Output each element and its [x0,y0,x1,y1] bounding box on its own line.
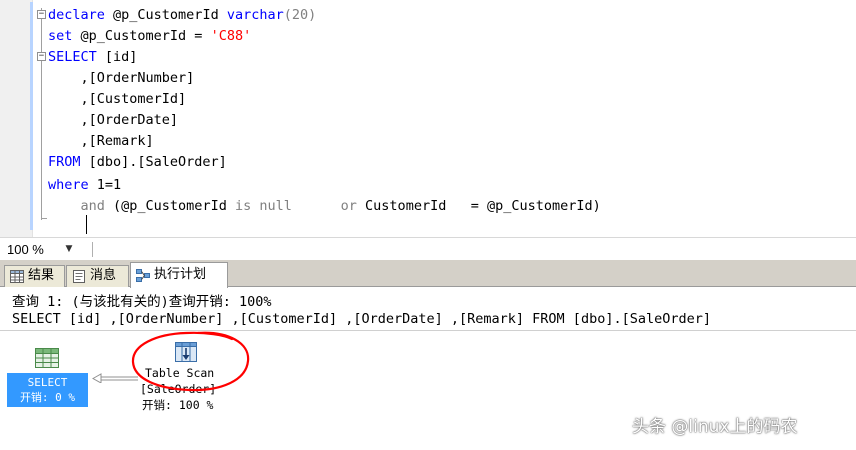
operator: null [259,198,292,214]
code-text: ,[Remark] [48,133,154,149]
result-tabs: 结果 消息 执行计划 [0,260,856,288]
keyword: FROM [48,154,81,170]
operator: and [80,198,105,214]
operator: or [340,198,357,214]
code-text: [id] [96,49,138,65]
message-icon [73,270,85,283]
keyword: declare [48,7,105,23]
code-line-10: and (@p_CustomerId is null or CustomerId… [48,196,601,217]
watermark: 头条 @linux上的码农 [632,417,798,437]
keyword: varchar [226,7,284,23]
code-text: ,[OrderDate] [48,112,179,128]
zoom-value: 100 % [7,242,44,257]
code-line-6: ,[OrderDate] [48,110,179,131]
tab-label: 执行计划 [154,267,207,282]
code-line-7: ,[Remark] [48,131,154,152]
tab-messages[interactable]: 消息 [66,265,129,287]
tab-label: 消息 [90,268,117,283]
table-scan-node[interactable]: Table Scan [SaleOrder] 开销: 100 % [140,365,240,413]
collapse-toggle-select[interactable]: − [37,52,46,61]
fold-end [41,218,47,219]
code-text: (20) [283,7,317,23]
code-text: ,[OrderNumber] [48,70,195,86]
query-cost-line: 查询 1: (与该批有关的)查询开销: 100% [12,294,272,310]
select-result-icon[interactable] [34,347,60,369]
operator: is [234,198,252,214]
divider [92,242,93,257]
code-line-4: ,[OrderNumber] [48,68,195,89]
sql-editor[interactable]: − − declare @p_CustomerId varchar(20) se… [0,0,856,237]
select-node[interactable]: SELECT 开销: 0 % [7,373,88,407]
code-text: @p_CustomerId [104,7,227,23]
code-text: 1=1 [88,177,122,193]
code-text: [dbo].[SaleOrder] [80,154,227,170]
code-text: ,[CustomerId] [48,91,187,107]
keyword: where [48,177,89,193]
zoom-bar: 100 % ▼ [0,237,856,260]
tab-execution-plan[interactable]: 执行计划 [130,262,228,288]
collapse-toggle-declare[interactable]: − [37,10,46,19]
query-sql-line: SELECT [id] ,[OrderNumber] ,[CustomerId]… [12,311,711,327]
text-caret [86,215,87,234]
node-cost: 开销: 0 % [19,391,76,404]
node-cost: 开销: 100 % [142,398,214,412]
fold-guide [41,8,46,220]
code-line-2: set @p_CustomerId = 'C88' [48,26,251,47]
node-name: Table Scan [145,366,215,380]
code-text: CustomerId = @p_CustomerId) [356,198,601,214]
data-flow-arrow [92,373,138,383]
keyword: SELECT [48,49,97,65]
change-marker [30,2,33,230]
editor-gutter [0,0,33,237]
string-literal: 'C88' [210,28,252,44]
chevron-down-icon[interactable]: ▼ [62,240,76,259]
tab-results[interactable]: 结果 [4,265,65,287]
keyword: set [48,28,73,44]
grid-icon [10,270,24,283]
node-name: SELECT [27,376,68,389]
node-table: [SaleOrder] [140,382,217,396]
execution-plan-icon [136,269,150,282]
code-line-3: SELECT [id] [48,47,137,68]
code-line-5: ,[CustomerId] [48,89,187,110]
code-line-8: FROM [dbo].[SaleOrder] [48,152,227,173]
plan-header: 查询 1: (与该批有关的)查询开销: 100% SELECT [id] ,[O… [0,287,856,331]
code-text: @p_CustomerId = [72,28,211,44]
code-text: (@p_CustomerId [104,198,235,214]
table-scan-icon[interactable] [174,341,198,363]
tab-label: 结果 [28,268,55,283]
code-line-9: where 1=1 [48,175,121,196]
code-line-1: declare @p_CustomerId varchar(20) [48,5,316,26]
